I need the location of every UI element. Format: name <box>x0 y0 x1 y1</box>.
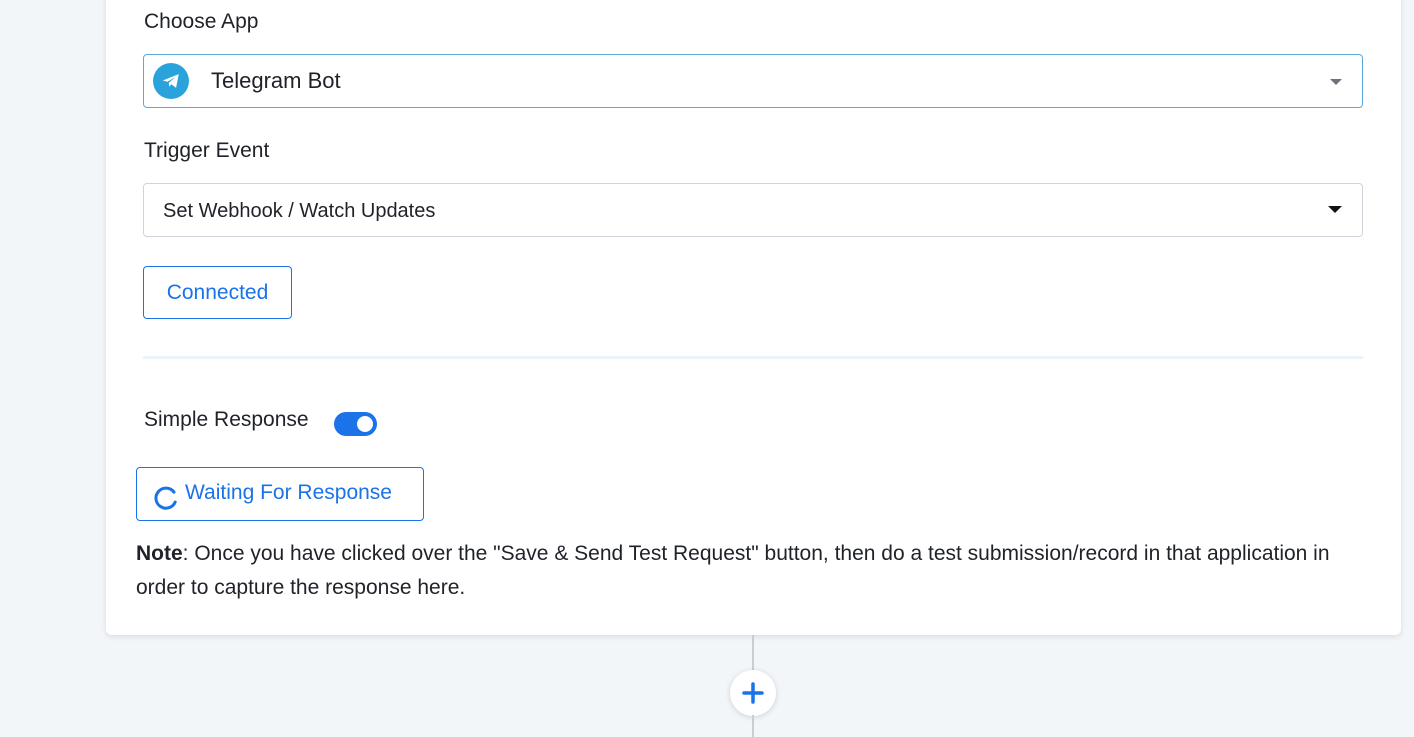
loading-spinner-icon <box>154 486 177 510</box>
selected-app-name: Telegram Bot <box>211 68 341 93</box>
connector-line <box>752 715 754 737</box>
section-divider <box>143 356 1363 359</box>
waiting-for-response-button[interactable]: Waiting For Response <box>136 467 424 521</box>
selected-trigger-event: Set Webhook / Watch Updates <box>163 200 436 222</box>
app-select[interactable]: Telegram Bot <box>143 54 1363 108</box>
note-text: Note: Once you have clicked over the "Sa… <box>136 537 1336 605</box>
note-body: : Once you have clicked over the "Save &… <box>136 542 1330 599</box>
simple-response-label: Simple Response <box>144 408 309 431</box>
connector-line <box>752 635 754 673</box>
chevron-down-icon <box>1330 79 1342 85</box>
workflow-canvas: Choose App Telegram Bot Trigger Event Se… <box>0 0 1414 737</box>
toggle-knob <box>357 416 373 432</box>
plus-icon <box>742 682 764 704</box>
note-prefix: Note <box>136 542 183 565</box>
chevron-down-icon <box>1328 206 1342 213</box>
trigger-event-label: Trigger Event <box>144 139 270 162</box>
connected-button[interactable]: Connected <box>143 266 292 319</box>
simple-response-toggle[interactable] <box>334 412 377 436</box>
trigger-step-card: Choose App Telegram Bot Trigger Event Se… <box>106 0 1401 635</box>
telegram-icon <box>153 63 189 99</box>
add-step-button[interactable] <box>730 670 776 716</box>
choose-app-label: Choose App <box>144 10 259 33</box>
trigger-event-select[interactable]: Set Webhook / Watch Updates <box>143 183 1363 237</box>
waiting-button-label: Waiting For Response <box>185 481 392 504</box>
